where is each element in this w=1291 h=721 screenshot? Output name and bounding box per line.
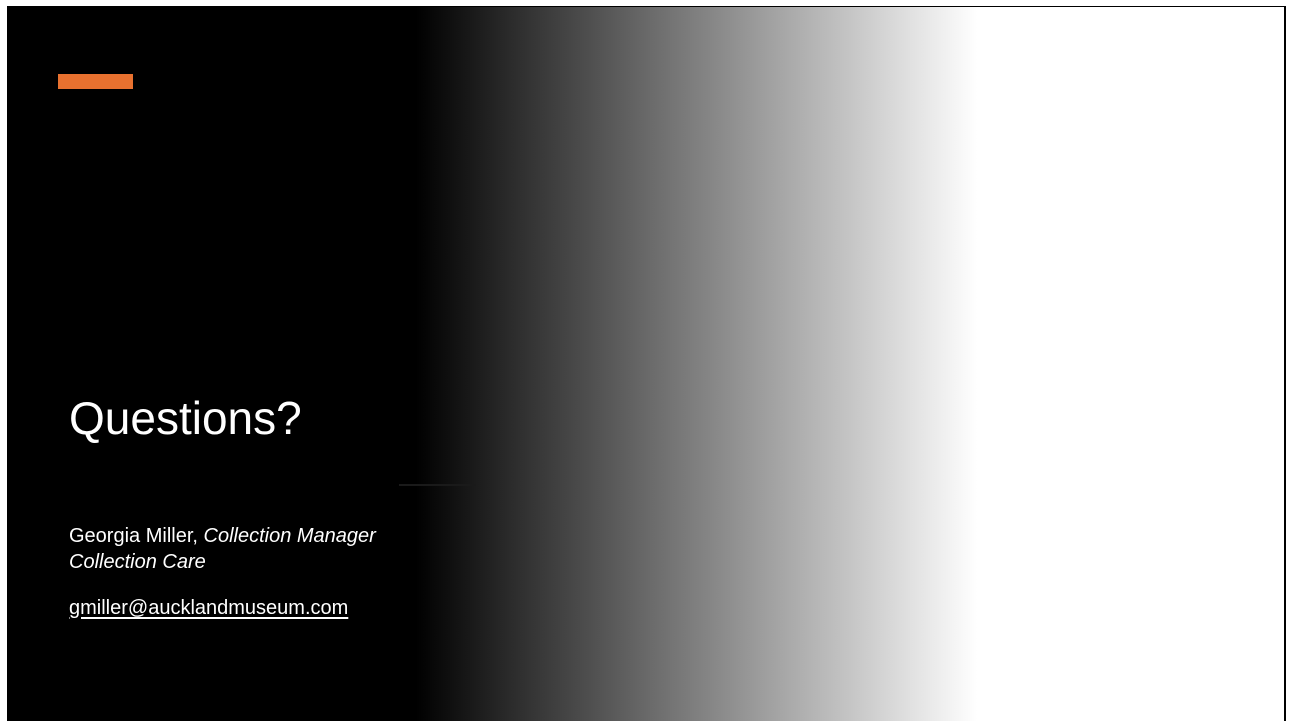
presenter-block: Georgia Miller, Collection Manager Colle… <box>69 523 376 575</box>
presenter-name: Georgia Miller, <box>69 525 198 547</box>
presentation-slide: Questions? Georgia Miller, Collection Ma… <box>7 7 1284 721</box>
email-link[interactable]: gmiller@aucklandmuseum.com <box>69 595 348 621</box>
slide-title: Questions? <box>69 392 302 444</box>
presenter-line: Georgia Miller, Collection Manager <box>69 523 376 549</box>
orange-accent-bar <box>58 74 133 89</box>
title-divider-line <box>399 484 476 486</box>
presenter-department: Collection Care <box>69 551 206 573</box>
presenter-role: Collection Manager <box>203 525 376 547</box>
slide-right-border <box>1284 7 1286 721</box>
